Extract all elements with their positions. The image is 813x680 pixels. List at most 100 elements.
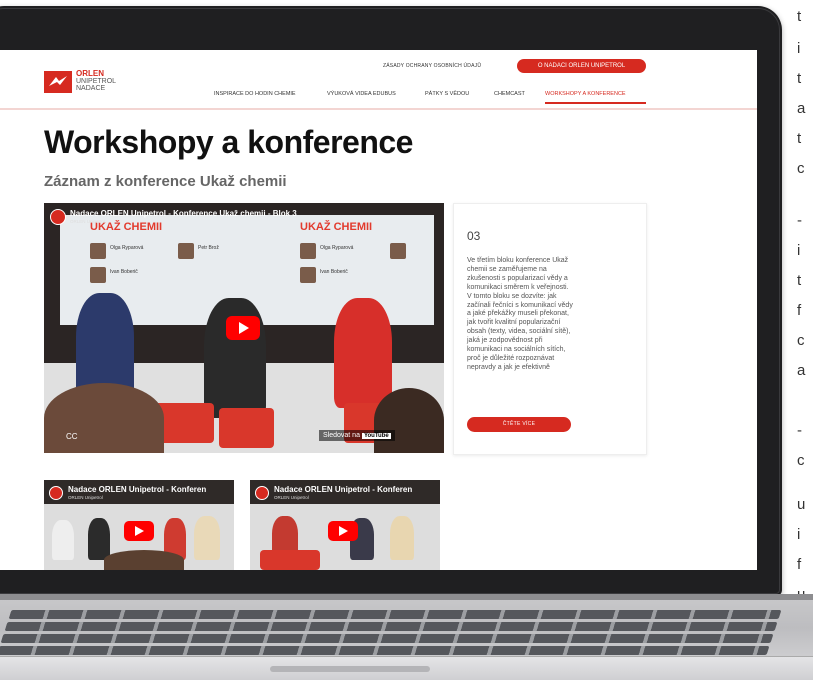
side-letter: c xyxy=(797,452,805,469)
side-letter: - xyxy=(797,212,802,229)
privacy-link[interactable]: ZÁSADY OCHRANY OSOBNÍCH ÚDAJŮ xyxy=(383,63,481,69)
play-button-icon[interactable] xyxy=(226,316,260,340)
side-letter: i xyxy=(797,526,801,543)
speaker-figure xyxy=(164,518,186,560)
nav-item-chemcast[interactable]: CHEMCAST xyxy=(494,91,525,97)
description-card: 03 Ve třetím bloku konference Ukaž chemi… xyxy=(453,203,647,455)
captions-icon[interactable]: CC xyxy=(66,432,78,441)
side-letter: c xyxy=(797,160,805,177)
banner-text-2: UKAŽ CHEMII xyxy=(300,221,373,233)
side-letter: a xyxy=(797,362,806,379)
laptop-hinge xyxy=(0,594,813,600)
side-letter: c xyxy=(797,332,805,349)
video-thumbnail[interactable]: Nadace ORLEN Unipetrol - Konferen ORLEN … xyxy=(44,480,234,570)
watch-on-label: Sledovat na xyxy=(323,432,360,439)
speaker-figure xyxy=(76,293,134,403)
video-channel: ORLEN Unipetrol xyxy=(70,219,105,224)
nav-item-inspirace[interactable]: INSPIRACE DO HODIN CHEMIE xyxy=(214,91,296,97)
thumbnail-title[interactable]: Nadace ORLEN Unipetrol - Konferen xyxy=(68,485,206,494)
brand-line-2: UNIPETROL xyxy=(76,78,117,85)
stage-table xyxy=(144,403,214,443)
speaker-photo xyxy=(300,267,316,283)
thumbnail-title[interactable]: Nadace ORLEN Unipetrol - Konferen xyxy=(274,485,412,494)
play-button-icon[interactable] xyxy=(328,521,358,541)
site-header: ORLEN UNIPETROL NADACE ZÁSADY OCHRANY OS… xyxy=(0,50,757,110)
speaker-figure xyxy=(204,298,266,418)
side-letter: - xyxy=(797,422,802,439)
side-letter: i xyxy=(797,242,801,259)
thumbnail-stage xyxy=(250,504,440,570)
speaker-figure xyxy=(88,518,110,560)
side-letter: f xyxy=(797,556,802,573)
description-fade xyxy=(454,367,646,407)
speaker-name: Ivan Boberič xyxy=(320,269,348,275)
speaker-photo xyxy=(90,243,106,259)
audience-head xyxy=(374,388,444,453)
thumbnail-channel: ORLEN Unipetrol xyxy=(274,495,309,500)
side-letter: t xyxy=(797,130,802,147)
watch-on-youtube-button[interactable]: Sledovat na YouTube xyxy=(319,430,395,441)
nav-active-underline xyxy=(545,102,646,104)
speaker-figure xyxy=(194,516,220,560)
stage-table xyxy=(260,550,320,570)
speaker-name: Olga Ryparová xyxy=(320,245,354,251)
keyboard-row xyxy=(0,646,770,655)
side-letter: t xyxy=(797,272,802,289)
keyboard-row xyxy=(8,610,782,619)
page-title: Workshopy a konference xyxy=(44,124,413,160)
side-letter: i xyxy=(797,40,801,57)
description-text: Ve třetím bloku konference Ukaž chemii s… xyxy=(467,257,573,371)
keyboard xyxy=(0,606,813,655)
side-letter: f xyxy=(797,302,802,319)
video-banner: UKAŽ CHEMII UKAŽ CHEMII Olga Ryparová Pe… xyxy=(60,215,434,325)
speaker-name: Ivan Boberič xyxy=(110,269,138,275)
speaker-figure xyxy=(272,516,298,560)
orlen-logo[interactable] xyxy=(44,71,72,93)
laptop-lid: ORLEN UNIPETROL NADACE ZÁSADY OCHRANY OS… xyxy=(0,6,782,596)
banner-text: UKAŽ CHEMII xyxy=(90,221,163,233)
block-number: 03 xyxy=(467,229,481,243)
read-more-button[interactable]: ČTĚTE VÍCE xyxy=(467,417,571,432)
side-letter: t xyxy=(797,70,802,87)
main-video-player[interactable]: UKAŽ CHEMII UKAŽ CHEMII Olga Ryparová Pe… xyxy=(44,203,444,453)
speaker-name: Petr Brož xyxy=(198,245,219,251)
eagle-logo-icon xyxy=(49,76,67,86)
thumbnail-channel: ORLEN Unipetrol xyxy=(68,495,103,500)
brand-text: ORLEN UNIPETROL NADACE xyxy=(76,69,117,93)
audience-head xyxy=(44,383,164,453)
brand-line-1: ORLEN xyxy=(76,69,104,78)
thumbnail-stage xyxy=(44,504,234,570)
nav-item-workshopy[interactable]: WORKSHOPY A KONFERENCE xyxy=(545,91,626,97)
stage-table xyxy=(344,403,404,443)
nav-item-patky[interactable]: PÁTKY S VĚDOU xyxy=(425,91,469,97)
side-letter: a xyxy=(797,100,806,117)
side-text-column: t i t a t c - i t f c a - c u i f u xyxy=(795,0,813,679)
laptop-screen: ORLEN UNIPETROL NADACE ZÁSADY OCHRANY OS… xyxy=(0,50,757,570)
speaker-figure xyxy=(390,516,414,560)
side-letter: t xyxy=(797,8,802,25)
video-thumbnail[interactable]: Nadace ORLEN Unipetrol - Konferen ORLEN … xyxy=(250,480,440,570)
speaker-photo xyxy=(300,243,316,259)
video-stage xyxy=(44,363,444,453)
nav-item-edubus[interactable]: VÝUKOVÁ VIDEA EDUBUS xyxy=(327,91,396,97)
speaker-figure xyxy=(52,520,74,560)
video-title[interactable]: Nadace ORLEN Unipetrol - Konference Ukaž… xyxy=(70,209,297,218)
keyboard-row xyxy=(0,634,774,643)
side-letter: u xyxy=(797,496,806,513)
channel-avatar[interactable] xyxy=(49,486,63,500)
brand-line-3: NADACE xyxy=(76,85,106,92)
stage-table xyxy=(219,408,274,448)
play-button-icon[interactable] xyxy=(124,521,154,541)
audience-head xyxy=(104,550,184,570)
speaker-photo xyxy=(90,267,106,283)
foundation-button[interactable]: O NADACI ORLEN UNIPETROL xyxy=(517,59,646,73)
speaker-photo xyxy=(390,243,406,259)
page-subtitle: Záznam z konference Ukaž chemii xyxy=(44,173,287,190)
speaker-figure xyxy=(350,518,374,560)
channel-avatar[interactable] xyxy=(50,209,66,225)
speaker-photo xyxy=(178,243,194,259)
keyboard-row xyxy=(4,622,778,631)
channel-avatar[interactable] xyxy=(255,486,269,500)
youtube-logo-icon: YouTube xyxy=(361,433,391,439)
trackpad-edge xyxy=(270,666,430,672)
